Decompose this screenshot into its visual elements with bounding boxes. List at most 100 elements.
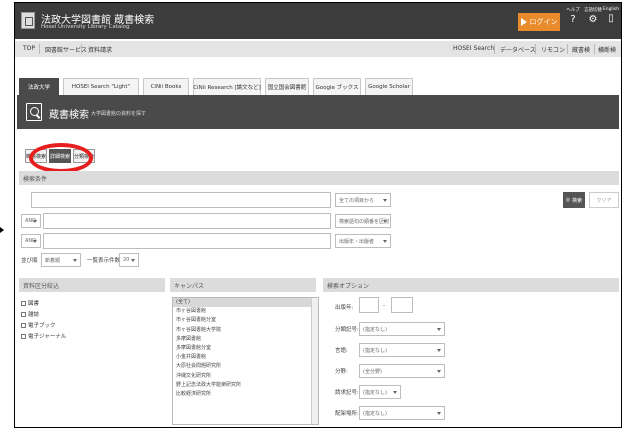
- list-item[interactable]: (全て): [173, 298, 318, 308]
- field-select-3[interactable]: 出版年・出版者: [335, 234, 391, 248]
- option-label-location: 配架場所:: [335, 411, 359, 417]
- browser-page: 法政大学図書館 蔵書検索 Hosei University Library Ca…: [14, 2, 622, 428]
- list-item[interactable]: 比較経済研究所: [173, 390, 318, 399]
- options-section-title: 検索オプション: [323, 278, 619, 292]
- material-section-title: 資料区分絞込: [19, 278, 165, 292]
- chevron-down-icon: [437, 370, 441, 373]
- menu-database[interactable]: データベース: [500, 45, 536, 54]
- menu-material-request[interactable]: 資料請求: [88, 45, 112, 54]
- menu-hosei-search[interactable]: HOSEI Search: [453, 45, 494, 52]
- tab-cinii-books[interactable]: CiNii Books: [143, 78, 189, 95]
- keyword-input-2[interactable]: [43, 213, 331, 229]
- search-icon: [26, 103, 42, 121]
- year-from-input[interactable]: [359, 297, 379, 313]
- campus-scrollbar[interactable]: [311, 298, 318, 424]
- tab-cinii-research[interactable]: CiNii Research [論文など]: [193, 78, 261, 95]
- tab-google-scholar[interactable]: Google Scholar: [365, 78, 413, 95]
- option-label-class: 分類記号:: [335, 327, 359, 333]
- chevron-down-icon: [73, 259, 77, 262]
- login-button[interactable]: ログイン: [518, 13, 560, 31]
- class-select[interactable]: (指定なし): [359, 322, 445, 336]
- highlight-circle: [29, 143, 93, 173]
- library-logo-icon[interactable]: [21, 12, 35, 29]
- operator-select-2[interactable]: AND: [21, 234, 41, 248]
- chevron-down-icon: [383, 240, 387, 243]
- menu-cross-search[interactable]: 横断検: [598, 45, 616, 54]
- help-link[interactable]: ヘルプ ?: [563, 7, 583, 35]
- clear-button[interactable]: クリア: [589, 192, 619, 208]
- list-item[interactable]: 沖縄文化研究所: [173, 372, 318, 381]
- keyword-input-3[interactable]: [43, 233, 331, 249]
- list-item[interactable]: 市ヶ谷図書館: [173, 307, 318, 316]
- help-icon: ?: [570, 14, 576, 25]
- location-select[interactable]: (指定なし): [359, 406, 445, 420]
- list-item[interactable]: 市ヶ谷図書館大学院: [173, 326, 318, 335]
- material-journal-label: 雑誌: [28, 312, 40, 318]
- material-ebook-checkbox[interactable]: 電子ブック: [21, 321, 56, 329]
- material-ejournal-checkbox[interactable]: 電子ジャーナル: [21, 332, 66, 340]
- list-item[interactable]: 小金井図書館: [173, 353, 318, 362]
- list-item[interactable]: 野上記念法政大学能楽研究所: [173, 381, 318, 390]
- callno-select-value: (指定なし): [363, 389, 387, 396]
- page-title: 蔵書検索: [49, 110, 89, 121]
- chevron-down-icon: [131, 259, 135, 262]
- top-menu-bar: TOP 図書館サービス 資料請求 HOSEI Search データベース リモコ…: [15, 41, 621, 57]
- chevron-down-icon: [33, 240, 37, 243]
- operator-select-1[interactable]: AND: [21, 214, 41, 228]
- search-target-tabs: 法政大学 HOSEI Search "Light" CiNii Books Ci…: [15, 77, 621, 95]
- option-label-language: 言語:: [335, 348, 348, 354]
- chevron-down-icon: [393, 391, 397, 394]
- checkbox-icon: [21, 322, 26, 328]
- year-to-input[interactable]: [391, 297, 413, 313]
- chevron-down-icon: [383, 199, 387, 202]
- chevron-down-icon: [437, 412, 441, 415]
- list-item[interactable]: 多摩図書館: [173, 335, 318, 344]
- tab-google-books[interactable]: Google ブックス: [313, 78, 361, 95]
- menu-catalog[interactable]: 蔵書検: [572, 45, 590, 54]
- checkbox-icon: [21, 333, 26, 339]
- count-value: 20: [123, 257, 130, 263]
- sort-select[interactable]: 新着順: [41, 253, 81, 267]
- field-select-1-value: 全ての項目から: [339, 197, 375, 204]
- conditions-section-title: 検索条件: [19, 171, 619, 185]
- language-icon: ⚙: [588, 14, 598, 25]
- field-select-value: (全分野): [363, 368, 382, 375]
- language-link[interactable]: 言語切替 ⚙: [583, 7, 603, 35]
- count-select[interactable]: 20: [119, 253, 139, 267]
- pointer-arrow-icon: [0, 227, 4, 233]
- search-button[interactable]: ◎ 検索: [563, 192, 585, 208]
- login-arrow-icon: [520, 18, 527, 26]
- field-select[interactable]: (全分野): [359, 364, 445, 378]
- language-label: 言語切替: [584, 8, 602, 13]
- tab-hosei-search-light[interactable]: HOSEI Search "Light": [63, 78, 139, 95]
- english-label: English: [602, 7, 620, 12]
- field-select-1[interactable]: 全ての項目から: [335, 193, 391, 207]
- site-subtitle: Hosei University Library Catalog: [41, 24, 130, 30]
- language-select[interactable]: (指定なし): [359, 343, 445, 357]
- english-icon: ▯: [608, 13, 614, 24]
- tab-hosei[interactable]: 法政大学: [19, 78, 59, 95]
- chevron-down-icon: [437, 349, 441, 352]
- callno-select[interactable]: (指定なし): [359, 385, 401, 399]
- material-book-checkbox[interactable]: 図書: [21, 299, 39, 307]
- location-select-value: (指定なし): [363, 410, 387, 417]
- list-item[interactable]: 市ヶ谷図書館分室: [173, 316, 318, 325]
- field-select-2[interactable]: 検索語句の順番を区別: [335, 214, 391, 228]
- english-link[interactable]: English ▯: [601, 7, 621, 35]
- option-label-callno: 請求記号:: [335, 390, 359, 396]
- keyword-input-1[interactable]: [31, 192, 331, 208]
- menu-remote[interactable]: リモコン: [541, 45, 565, 54]
- tab-ndl[interactable]: 国立国会図書館: [265, 78, 309, 95]
- list-item[interactable]: 大原社会問題研究所: [173, 362, 318, 371]
- material-ejournal-label: 電子ジャーナル: [28, 334, 67, 340]
- search-button-label: 検索: [572, 197, 583, 204]
- material-ebook-label: 電子ブック: [28, 323, 56, 329]
- campus-listbox[interactable]: (全て) 市ヶ谷図書館 市ヶ谷図書館分室 市ヶ谷図書館大学院 多摩図書館 多摩図…: [172, 297, 319, 425]
- menu-top[interactable]: TOP: [23, 45, 35, 52]
- menu-divider: [39, 44, 40, 54]
- language-select-value: (指定なし): [363, 347, 387, 354]
- field-select-3-value: 出版年・出版者: [339, 238, 375, 245]
- material-journal-checkbox[interactable]: 雑誌: [21, 310, 39, 318]
- help-label: ヘルプ: [566, 8, 580, 13]
- list-item[interactable]: 多摩図書館分室: [173, 344, 318, 353]
